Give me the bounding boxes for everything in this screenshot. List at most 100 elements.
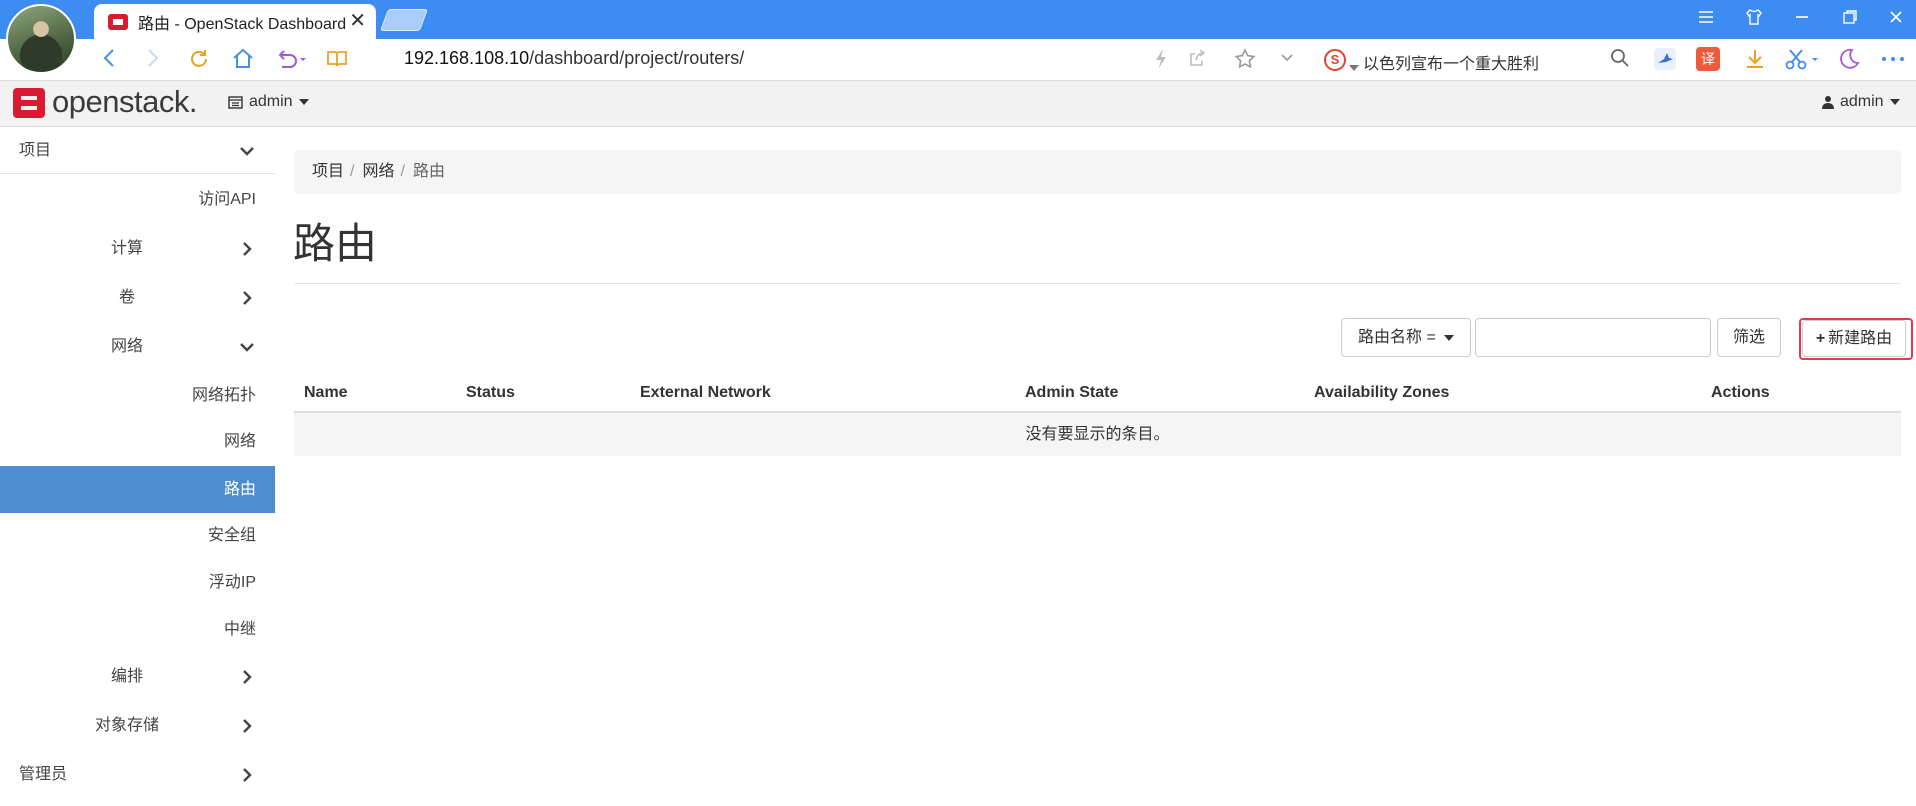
openstack-logo-text[interactable]: openstack. <box>52 84 197 120</box>
sidebar: 项目 访问API 计算 卷 网络 网络拓扑 网络 路由 安全组 浮动IP 中继 … <box>0 128 275 806</box>
more-icon[interactable] <box>1878 47 1908 73</box>
chevron-right-icon <box>243 242 252 256</box>
translate-icon[interactable]: 译 <box>1696 47 1722 73</box>
project-icon <box>228 95 243 109</box>
sidebar-item-label: 网络 <box>223 433 256 450</box>
sidebar-item-label: 中继 <box>223 621 256 638</box>
sidebar-item-label: 计算 <box>111 240 144 257</box>
reader-icon[interactable] <box>324 47 350 73</box>
chevron-down-icon <box>240 343 254 352</box>
user-name: admin <box>1840 93 1884 110</box>
create-router-label: 新建路由 <box>1828 330 1893 347</box>
title-divider <box>294 283 1901 284</box>
column-header-external-network[interactable]: External Network <box>640 373 771 413</box>
column-header-availability-zones[interactable]: Availability Zones <box>1314 373 1449 413</box>
sidebar-item-volumes[interactable]: 卷 <box>0 275 275 321</box>
download-icon[interactable] <box>1742 47 1768 73</box>
sidebar-item-admin[interactable]: 管理员 <box>0 752 275 798</box>
sidebar-item-orchestration[interactable]: 编排 <box>0 654 275 700</box>
breadcrumb-separator: / <box>400 163 405 180</box>
search-icon[interactable] <box>1608 47 1632 73</box>
page-title: 路由 <box>293 220 378 267</box>
sidebar-item-object-store[interactable]: 对象存储 <box>0 703 275 749</box>
sidebar-item-project[interactable]: 项目 <box>0 128 275 174</box>
sidebar-item-label: 项目 <box>19 142 52 159</box>
tab-title: 路由 - OpenStack Dashboard <box>138 15 347 33</box>
caret-down-icon <box>1889 99 1900 105</box>
forward-icon[interactable] <box>140 47 164 73</box>
sidebar-item-label: 浮动IP <box>208 574 256 591</box>
skin-icon[interactable] <box>1742 8 1766 32</box>
caret-down-icon <box>298 99 309 105</box>
sidebar-item-routers[interactable]: 路由 <box>0 466 275 513</box>
project-switcher[interactable]: admin <box>228 93 309 111</box>
plus-icon: + <box>1815 330 1826 347</box>
breadcrumb-item-current: 路由 <box>412 163 445 180</box>
sidebar-item-compute[interactable]: 计算 <box>0 226 275 272</box>
share-icon[interactable] <box>1186 47 1208 73</box>
menu-icon[interactable] <box>1694 8 1718 32</box>
chevron-right-icon <box>243 768 252 782</box>
close-window-icon[interactable] <box>1884 8 1908 32</box>
profile-avatar[interactable] <box>6 4 76 74</box>
scissors-icon[interactable] <box>1784 47 1820 73</box>
sidebar-item-label: 安全组 <box>207 527 256 544</box>
breadcrumb-item-network[interactable]: 网络 <box>362 163 394 180</box>
sidebar-item-label: 对象存储 <box>95 717 160 734</box>
sidebar-item-floating-ips[interactable]: 浮动IP <box>0 560 275 606</box>
star-icon[interactable] <box>1232 47 1258 73</box>
chevron-right-icon <box>243 291 252 305</box>
new-tab-button[interactable] <box>379 9 429 31</box>
tab-close-icon[interactable]: ✕ <box>349 11 366 31</box>
breadcrumb-separator: / <box>350 163 355 180</box>
chevron-right-icon <box>243 670 252 684</box>
sidebar-item-label: 网络拓扑 <box>191 387 256 404</box>
column-header-admin-state[interactable]: Admin State <box>1025 373 1118 413</box>
create-router-button[interactable]: + 新建路由 <box>1802 320 1906 357</box>
sidebar-item-networks[interactable]: 网络 <box>0 419 275 465</box>
sidebar-item-network-topology[interactable]: 网络拓扑 <box>0 373 275 419</box>
filter-button[interactable]: 筛选 <box>1717 318 1781 357</box>
sidebar-item-access-api[interactable]: 访问API <box>0 177 275 223</box>
sidebar-item-label: 卷 <box>119 289 136 306</box>
project-name: admin <box>249 93 293 110</box>
bird-icon[interactable] <box>1652 47 1678 73</box>
caret-down-icon <box>1444 335 1454 341</box>
column-header-actions: Actions <box>1711 384 1770 401</box>
filter-field-select[interactable]: 路由名称 = <box>1341 318 1471 357</box>
lightning-icon[interactable] <box>1150 47 1172 73</box>
reload-icon[interactable] <box>186 47 212 73</box>
openstack-logo-icon[interactable] <box>13 88 45 118</box>
user-menu[interactable]: admin <box>1822 93 1900 111</box>
sidebar-item-label: 管理员 <box>19 766 68 783</box>
sidebar-item-security-groups[interactable]: 安全组 <box>0 513 275 559</box>
undo-icon[interactable] <box>272 47 308 73</box>
minimize-icon[interactable] <box>1790 8 1814 32</box>
moon-icon[interactable] <box>1836 47 1862 73</box>
restore-icon[interactable] <box>1838 8 1862 32</box>
chevron-down-icon[interactable] <box>1276 47 1298 73</box>
sidebar-item-label: 路由 <box>223 481 256 498</box>
chevron-right-icon <box>243 719 252 733</box>
breadcrumb-item-project[interactable]: 项目 <box>312 163 344 180</box>
url-host: 192.168.108.10 <box>404 48 530 68</box>
sidebar-item-label: 访问API <box>198 191 256 208</box>
url-text[interactable]: 192.168.108.10/dashboard/project/routers… <box>404 48 744 69</box>
search-suggestion-text[interactable]: 以色列宣布一个重大胜利 <box>1363 50 1539 74</box>
column-header-name[interactable]: Name <box>304 373 348 413</box>
column-header-status[interactable]: Status <box>466 373 515 413</box>
table-empty-message: 没有要显示的条目。 <box>294 413 1901 456</box>
sidebar-item-label: 网络 <box>111 338 144 355</box>
url-path: /dashboard/project/routers/ <box>529 48 745 68</box>
filter-field-label: 路由名称 = <box>1358 329 1436 346</box>
filter-input[interactable] <box>1475 318 1711 357</box>
browser-tab-active[interactable]: 路由 - OpenStack Dashboard ✕ <box>94 4 376 39</box>
sidebar-item-trunks[interactable]: 中继 <box>0 607 275 653</box>
openstack-favicon-icon <box>108 13 128 30</box>
home-icon[interactable] <box>230 47 256 73</box>
back-icon[interactable] <box>98 47 122 73</box>
table-header: Name Status External Network Admin State… <box>294 373 1901 413</box>
sidebar-item-network[interactable]: 网络 <box>0 324 275 370</box>
search-engine-icon[interactable]: S <box>1324 49 1346 71</box>
engine-dropdown-caret[interactable] <box>1349 58 1359 76</box>
